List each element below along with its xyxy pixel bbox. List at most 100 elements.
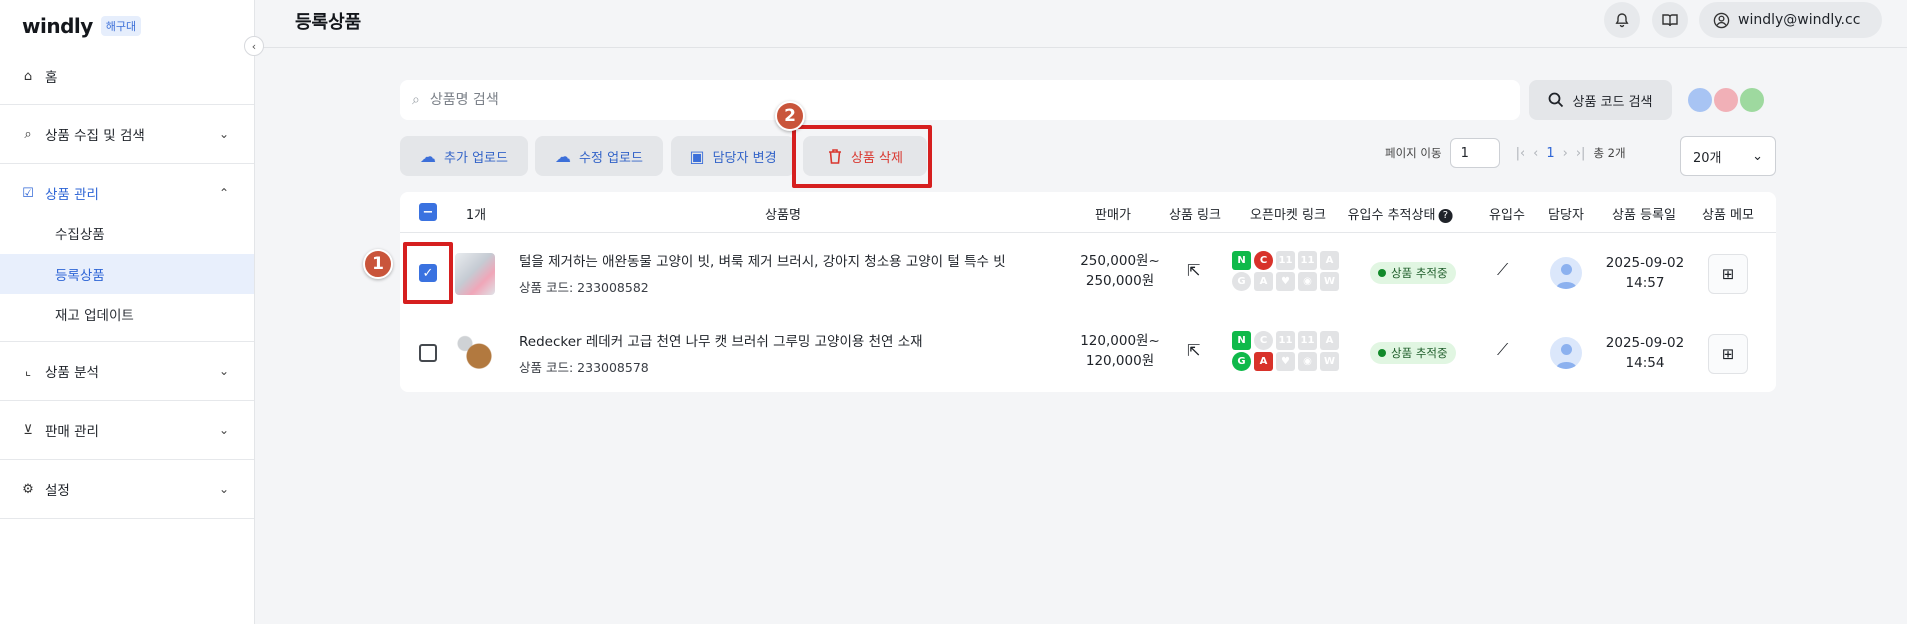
product-code: 상품 코드: 233008578 xyxy=(519,360,649,375)
avatar[interactable] xyxy=(1550,337,1582,369)
windly-logo[interactable]: windly xyxy=(22,14,93,38)
avatar xyxy=(1686,86,1714,114)
help-icon[interactable]: ? xyxy=(1438,209,1453,223)
per-page-select[interactable]: 20개 ⌄ xyxy=(1680,136,1776,176)
external-link-icon[interactable]: ⇱ xyxy=(1187,341,1200,360)
current-page[interactable]: 1 xyxy=(1546,146,1554,161)
product-thumbnail[interactable] xyxy=(455,333,495,375)
auction-icon[interactable]: A xyxy=(1254,272,1273,291)
divider xyxy=(0,163,254,164)
first-page-icon[interactable]: |‹ xyxy=(1516,146,1526,161)
coupang-icon[interactable]: C xyxy=(1254,251,1273,270)
market-icon[interactable]: ◉ xyxy=(1298,352,1317,371)
avatar[interactable] xyxy=(1550,257,1582,289)
price: 250,000원~ 250,000원 xyxy=(1070,251,1170,291)
avatar-head xyxy=(1561,264,1572,275)
naver-icon[interactable]: N xyxy=(1232,251,1251,270)
sidebar-item-sales[interactable]: ⊻ 판매 관리 ⌄ xyxy=(0,410,254,450)
guide-button[interactable] xyxy=(1652,2,1688,38)
heart-market-icon[interactable]: ♥ xyxy=(1276,272,1295,291)
inflow-chart-icon[interactable]: ⟋ xyxy=(1497,260,1508,280)
memo-button[interactable]: ⊞ xyxy=(1708,334,1748,374)
market-icon[interactable]: W xyxy=(1320,352,1339,371)
market-icon[interactable]: 11 xyxy=(1298,331,1317,350)
search-icon: ⌕ xyxy=(412,92,420,108)
product-thumbnail[interactable] xyxy=(455,253,495,295)
price-max: 120,000원 xyxy=(1085,353,1155,369)
select-all-checkbox[interactable]: − xyxy=(419,203,437,221)
product-name-search[interactable]: ⌕ xyxy=(400,80,1520,120)
sidebar-subitem-stock-update[interactable]: 재고 업데이트 xyxy=(0,294,254,334)
market-icon[interactable]: 11 xyxy=(1298,251,1317,270)
market-icon[interactable]: ◉ xyxy=(1298,272,1317,291)
row-checkbox[interactable] xyxy=(419,344,437,362)
sidebar-item-collect-search[interactable]: ⌕ 상품 수집 및 검색 ⌄ xyxy=(0,114,254,154)
sidebar-subitem-registered[interactable]: 등록상품 xyxy=(0,254,254,294)
naver-icon[interactable]: N xyxy=(1232,331,1251,350)
product-name[interactable]: Redecker 레데커 고급 천연 나무 캣 브러쉬 그루밍 고양이용 천연 … xyxy=(519,330,923,350)
price-min: 120,000원~ xyxy=(1080,333,1160,349)
coupang-icon[interactable]: C xyxy=(1254,331,1273,350)
auction-icon[interactable]: A xyxy=(1254,352,1273,371)
sidebar-item-analysis[interactable]: ⌞ 상품 분석 ⌄ xyxy=(0,351,254,391)
next-page-icon[interactable]: › xyxy=(1563,146,1568,161)
page-title: 등록상품 xyxy=(295,12,362,33)
search-icon: ⌕ xyxy=(24,126,32,142)
auction-icon[interactable]: A xyxy=(1320,251,1339,270)
assignee-avatar-group[interactable] xyxy=(1686,86,1766,114)
col-header-inflow: 유입수 xyxy=(1489,208,1525,223)
product-code-search-button[interactable]: 상품 코드 검색 xyxy=(1529,80,1672,120)
delete-product-button[interactable]: 상품 삭제 xyxy=(803,136,927,176)
home-icon: ⌂ xyxy=(23,68,33,84)
selected-count: 1개 xyxy=(465,208,487,223)
delete-label: 상품 삭제 xyxy=(851,150,903,166)
gmarket-icon[interactable]: G xyxy=(1232,272,1251,291)
sidebar-subitem-collected[interactable]: 수집상품 xyxy=(0,213,254,253)
memo-button[interactable]: ⊞ xyxy=(1708,254,1748,294)
sidebar-item-home[interactable]: ⌂ 홈 xyxy=(0,56,254,96)
gmarket-icon[interactable]: G xyxy=(1232,352,1251,371)
page-jump-input[interactable]: 1 xyxy=(1449,138,1500,168)
prev-page-icon[interactable]: ‹ xyxy=(1533,146,1538,161)
sidebar-item-product-manage[interactable]: ☑ 상품 관리 ⌃ xyxy=(0,173,254,213)
col-header-market: 오픈마켓 링크 xyxy=(1250,208,1326,223)
add-upload-button[interactable]: ☁ 추가 업로드 xyxy=(400,136,528,176)
inflow-chart-icon[interactable]: ⟋ xyxy=(1497,340,1508,360)
market-icon[interactable]: 11 xyxy=(1276,331,1295,350)
col-header-tracking: 유입수 추적상태? xyxy=(1348,204,1453,223)
last-page-icon[interactable]: ›| xyxy=(1576,146,1586,161)
col-header-price: 판매가 xyxy=(1095,208,1131,223)
row-checkbox[interactable]: ✓ xyxy=(419,264,437,282)
sidebar-item-label: 상품 관리 xyxy=(45,187,99,203)
notification-button[interactable] xyxy=(1604,2,1640,38)
trash-icon xyxy=(829,148,841,164)
divider xyxy=(0,518,254,519)
table-row[interactable]: ✓ 털을 제거하는 애완동물 고양이 빗, 벼룩 제거 브러시, 강아지 청소용… xyxy=(400,233,1776,313)
chevron-up-icon: ⌃ xyxy=(218,186,229,200)
chevron-left-icon: ‹ xyxy=(251,39,257,53)
search-input[interactable] xyxy=(429,92,1330,108)
change-assignee-button[interactable]: ▣ 담당자 변경 xyxy=(671,136,795,176)
product-name[interactable]: 털을 제거하는 애완동물 고양이 빗, 벼룩 제거 브러시, 강아지 청소용 고… xyxy=(519,250,1006,270)
market-icon[interactable]: 11 xyxy=(1276,251,1295,270)
bell-icon xyxy=(1615,13,1629,28)
product-code: 상품 코드: 233008582 xyxy=(519,280,649,295)
user-circle-icon xyxy=(1713,12,1730,28)
sidebar-item-label: 설정 xyxy=(45,483,70,499)
edit-upload-button[interactable]: ☁ 수정 업로드 xyxy=(535,136,663,176)
table-row[interactable]: Redecker 레데커 고급 천연 나무 캣 브러쉬 그루밍 고양이용 천연 … xyxy=(400,313,1776,393)
chevron-down-icon: ⌄ xyxy=(218,127,229,141)
sidebar-item-label: 홈 xyxy=(45,70,58,86)
col-header-memo: 상품 메모 xyxy=(1702,208,1754,223)
sidebar-item-settings[interactable]: ⚙ 설정 ⌄ xyxy=(0,469,254,509)
book-icon xyxy=(1662,14,1678,27)
user-menu-button[interactable]: windly@windly.cc xyxy=(1699,2,1883,38)
avatar-body xyxy=(1556,362,1577,369)
market-icon[interactable]: W xyxy=(1320,272,1339,291)
heart-market-icon[interactable]: ♥ xyxy=(1276,352,1295,371)
auction-icon[interactable]: A xyxy=(1320,331,1339,350)
avatar-body xyxy=(1556,282,1577,289)
external-link-icon[interactable]: ⇱ xyxy=(1187,261,1200,280)
open-market-links: N C 11 11 A G A ♥ ◉ W xyxy=(1232,251,1340,291)
sidebar-collapse-button[interactable]: ‹ xyxy=(244,36,264,56)
